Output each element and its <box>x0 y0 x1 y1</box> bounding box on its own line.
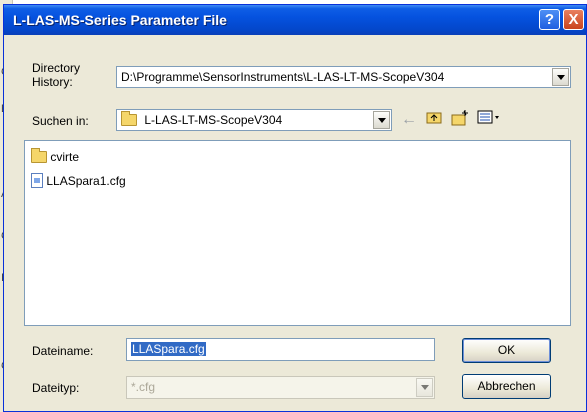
directory-history-label: Directory History: <box>32 61 81 89</box>
up-folder-icon[interactable] <box>424 110 444 130</box>
dialog-title: L-LAS-MS-Series Parameter File <box>13 12 227 28</box>
look-in-label: Suchen in: <box>32 114 89 128</box>
file-name: LLASpara1.cfg <box>46 174 126 188</box>
title-bar[interactable]: L-LAS-MS-Series Parameter File ? X <box>4 5 586 35</box>
folder-icon <box>121 111 137 126</box>
list-item[interactable]: LLASpara1.cfg <box>31 173 126 188</box>
filename-input[interactable]: LLASpara.cfg <box>126 338 435 361</box>
look-in-value: L-LAS-LT-MS-ScopeV304 <box>144 113 283 127</box>
view-menu-icon[interactable] <box>476 110 502 130</box>
parameter-file-dialog: L-LAS-MS-Series Parameter File ? X Direc… <box>3 4 587 412</box>
look-in-dropdown[interactable]: L-LAS-LT-MS-ScopeV304 <box>116 109 392 131</box>
config-file-icon <box>31 173 43 188</box>
chevron-down-icon[interactable] <box>416 378 433 397</box>
list-item[interactable]: cvirte <box>31 148 80 164</box>
filename-label: Dateiname: <box>32 344 94 358</box>
folder-icon <box>31 148 47 163</box>
filetype-label: Dateityp: <box>32 381 80 395</box>
chevron-down-icon[interactable] <box>552 68 569 86</box>
filename-value: LLASpara.cfg <box>131 342 206 356</box>
cancel-button[interactable]: Abbrechen <box>462 374 551 399</box>
filetype-dropdown[interactable]: *.cfg <box>126 376 435 399</box>
close-button[interactable]: X <box>563 9 584 30</box>
file-name: cvirte <box>50 150 80 164</box>
directory-history-dropdown[interactable]: D:\Programme\SensorInstruments\L-LAS-LT-… <box>116 66 571 88</box>
chevron-down-icon[interactable] <box>373 111 390 129</box>
new-folder-icon[interactable] <box>450 110 470 130</box>
help-button[interactable]: ? <box>539 9 560 30</box>
back-arrow-icon[interactable]: ← <box>399 110 419 130</box>
file-list[interactable]: cvirte LLASpara1.cfg <box>24 140 571 326</box>
directory-history-value: D:\Programme\SensorInstruments\L-LAS-LT-… <box>121 70 445 84</box>
ok-button[interactable]: OK <box>462 338 551 363</box>
filetype-value: *.cfg <box>131 380 156 394</box>
